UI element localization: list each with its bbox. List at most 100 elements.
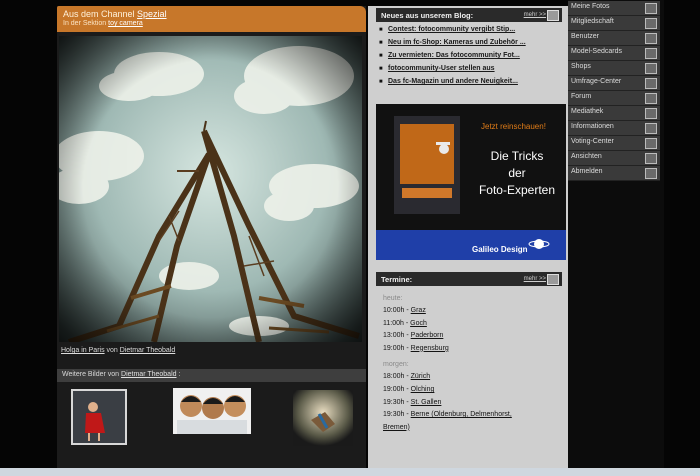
more-photos-bar: Weitere Bilder von Dietmar Theobald : [57,369,366,382]
nav-label: Umfrage-Center [571,78,622,85]
blog-item-link[interactable]: Contest: fotocommunity vergibt Stip... [388,26,515,33]
model-icon [645,48,657,59]
event-place-link[interactable]: Goch [410,320,427,327]
featured-photo[interactable] [59,36,362,342]
nav-item-model-sedcards[interactable]: Model-Sedcards [568,46,660,61]
event-time: 13:00h [383,332,405,340]
photo-title-link[interactable]: Holga in Paris [61,347,105,354]
section-line: In der Sektion toy camera [63,20,143,27]
blog-item[interactable]: ■ Neu im fc-Shop: Kameras und Zubehör ... [378,38,562,51]
nav-item-ansichten[interactable]: Ansichten [568,151,660,166]
nav-item-informationen[interactable]: Informationen [568,121,660,136]
vote-icon [645,138,657,149]
cart-icon [645,63,657,74]
event-row: 19:00h - Olching [383,385,435,393]
nav-label: Mitgliedschaft [571,18,614,25]
blog-item-link[interactable]: Das fc-Magazin und andere Neuigkeit... [388,78,518,85]
blog-item-link[interactable]: fotocommunity-User stellen aus [388,65,495,72]
sidebar-column: Neues aus unserem Blog: mehr >> ■ Contest… [368,6,568,468]
advertisement-banner[interactable]: Jetzt reinschauen! Die Tricks der Foto-E… [376,104,566,260]
event-row: 19:30h - St. Gallen [383,398,442,406]
blog-item[interactable]: ■ Contest: fotocommunity vergibt Stip... [378,25,562,38]
nav-label: Model-Sedcards [571,48,622,55]
thumbnail-1[interactable] [71,389,127,445]
event-place-link[interactable]: Graz [411,307,426,314]
section-link[interactable]: toy camera [108,20,143,27]
nav-label: Shops [571,63,591,70]
nav-label: Meine Fotos [571,3,610,10]
chat-icon [645,93,657,104]
event-time: 10:00h [383,307,405,314]
nav-label: Voting-Center [571,138,614,145]
event-place-link[interactable]: Paderborn [411,332,444,339]
globe-icon [645,78,657,89]
event-place-link[interactable]: Olching [411,386,435,393]
channel-link[interactable]: Spezial [137,9,167,19]
taskbar-strip [0,468,700,476]
photo-author-link[interactable]: Dietmar Theobald [120,347,176,354]
card-icon [645,18,657,29]
thumbnail-2[interactable] [173,388,251,434]
event-time: 18:00h [383,373,405,381]
blog-list: ■ Contest: fotocommunity vergibt Stip... … [378,25,562,90]
event-row: 18:00h - Zürich [383,373,431,381]
event-row: 19:30h - Berne (Oldenburg, Delmenhorst, [383,411,512,419]
media-icon [645,108,657,119]
nav-label: Mediathek [571,108,604,115]
nav-label: Abmelden [571,168,603,175]
bullet-icon: ■ [379,66,383,72]
nav-item-umfrage-center[interactable]: Umfrage-Center [568,76,660,91]
eiffel-tower-photo [59,36,362,342]
nav-item-forum[interactable]: Forum [568,91,660,106]
termine-more-link[interactable]: mehr >> [524,276,546,282]
info-icon [645,123,657,134]
blog-item[interactable]: ■ fotocommunity-User stellen aus [378,64,562,77]
blog-item-link[interactable]: Neu im fc-Shop: Kameras und Zubehör ... [388,39,526,46]
ad-publisher: Galileo Design [472,245,528,254]
users-icon [645,33,657,44]
event-time: 19:00h [383,385,405,393]
nav-item-abmelden[interactable]: Abmelden [568,166,660,181]
folder-icon [645,3,657,14]
blog-item[interactable]: ■ Zu vermieten: Das fotocommunity Fot... [378,51,562,64]
more-author-link[interactable]: Dietmar Theobald [121,371,177,378]
main-content: Aus dem Channel Spezial In der Sektion t… [57,6,366,468]
eject-icon [645,168,657,179]
day-label: morgen: [383,361,409,369]
photo-caption: Holga in Paris von Dietmar Theobald [61,347,175,354]
nav-item-benutzer[interactable]: Benutzer [568,31,660,46]
nav-item-mitgliedschaft[interactable]: Mitgliedschaft [568,16,660,31]
more-prefix: Weitere Bilder von [62,371,122,378]
nav-item-shops[interactable]: Shops [568,61,660,76]
caption-by: von [104,347,120,354]
event-place-link[interactable]: Regensburg [411,345,449,352]
blog-more-link[interactable]: mehr >> [524,12,546,18]
event-row: 11:00h - Goch [383,319,427,327]
ad-headline-2: der [508,166,526,180]
blog-item[interactable]: ■ Das fc-Magazin und andere Neuigkeit... [378,77,562,90]
bullet-icon: ■ [379,79,383,85]
bullet-icon: ■ [379,53,383,59]
channel-header: Aus dem Channel Spezial In der Sektion t… [57,6,366,32]
event-place-link[interactable]: Berne (Oldenburg, Delmenhorst, [411,411,512,418]
event-row: Bremen) [383,422,563,435]
ad-headline-3: Foto-Experten [478,183,556,197]
event-row: 10:00h - Graz [383,307,426,314]
more-photos-title: Weitere Bilder von Dietmar Theobald : [62,371,180,378]
event-place-link[interactable]: Zürich [411,373,430,380]
nav-label: Ansichten [571,153,602,160]
day-label: heute: [383,295,403,302]
nav-item-mediathek[interactable]: Mediathek [568,106,660,121]
thumbnail-3[interactable] [293,390,353,446]
termine-title: Termine: [381,275,413,284]
nav-item-voting-center[interactable]: Voting-Center [568,136,660,151]
window-icon[interactable] [547,10,559,21]
event-time: 11:00h [383,319,404,327]
event-place-link[interactable]: Bremen) [383,424,410,431]
blog-item-link[interactable]: Zu vermieten: Das fotocommunity Fot... [388,52,520,59]
termine-list: heute: 10:00h - Graz 11:00h - Goch 13:00… [383,293,563,434]
window-icon[interactable] [547,274,559,285]
event-row: 13:00h - Paderborn [383,332,444,340]
nav-item-meine-fotos[interactable]: Meine Fotos [568,1,660,16]
event-place-link[interactable]: St. Gallen [411,399,442,406]
